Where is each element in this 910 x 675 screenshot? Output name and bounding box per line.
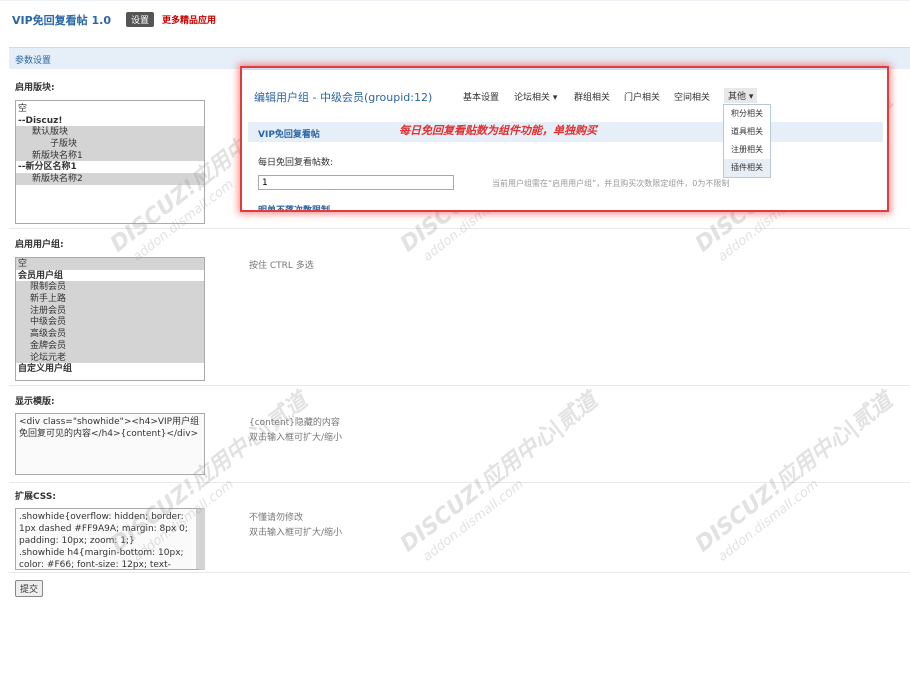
other-dropdown-menu: 积分相关 道具相关 注册相关 插件相关 <box>723 104 771 178</box>
list-option[interactable]: 空 <box>16 258 204 270</box>
ctrl-multiselect-hint: 按住 CTRL 多选 <box>249 261 314 271</box>
submit-button[interactable]: 提交 <box>15 580 44 597</box>
css-hint-line2: 双击输入框可扩大/缩小 <box>249 528 343 538</box>
promo-text: 每日免回复看贴数为组件功能，单独购买 <box>399 124 597 137</box>
list-option[interactable]: 会员用户组 <box>16 270 204 282</box>
dropdown-item-register[interactable]: 注册相关 <box>724 141 770 159</box>
divider <box>9 572 910 573</box>
list-option[interactable]: 新手上路 <box>16 293 204 305</box>
tab-basic-settings[interactable]: 基本设置 <box>463 90 499 103</box>
tab-portal[interactable]: 门户相关 <box>624 90 660 103</box>
list-option[interactable]: 注册会员 <box>16 304 204 317</box>
enable-forums-label: 启用版块: <box>15 83 55 93</box>
dropdown-item-props[interactable]: 道具相关 <box>724 123 770 141</box>
css-hint: 不懂请勿修改 双击输入框可扩大/缩小 <box>249 511 342 541</box>
css-textarea[interactable]: .showhide{overflow: hidden; border: 1px … <box>15 508 205 570</box>
list-option[interactable]: --Discuz! <box>16 115 204 127</box>
section-title: 参数设置 <box>15 56 52 66</box>
css-label: 扩展CSS: <box>15 492 56 502</box>
list-option[interactable]: 中级会员 <box>16 316 204 329</box>
list-option[interactable]: 金牌会员 <box>16 339 204 352</box>
dropdown-item-plugins[interactable]: 插件相关 <box>724 159 770 177</box>
group-edit-popup: 编辑用户组 - 中级会员(groupid:12) 基本设置 论坛相关 ▾ 群组相… <box>240 66 889 212</box>
list-option[interactable]: 论坛元老 <box>16 351 204 364</box>
daily-view-label: 每日免回复看帖数: <box>258 158 334 168</box>
tab-space[interactable]: 空间相关 <box>674 90 710 103</box>
list-option[interactable]: 默认版块 <box>16 126 204 139</box>
popup-top-rule <box>242 68 887 70</box>
divider <box>9 385 910 386</box>
template-hint-line1: {content}隐藏的内容 <box>249 418 340 428</box>
list-option[interactable]: 空 <box>16 103 204 115</box>
daily-view-input[interactable] <box>258 175 454 190</box>
css-hint-line1: 不懂请勿修改 <box>249 513 304 523</box>
group-multiselect[interactable]: 空会员用户组 限制会员 新手上路 注册会员 中级会员 高级会员 金牌会员 论坛元老 自定义用户组 <box>15 257 205 381</box>
daily-view-hint: 当前用户组需在“启用用户组”，并且购买次数限定组件，0为不限制 <box>492 179 730 188</box>
template-hint: {content}隐藏的内容 双击输入框可扩大/缩小 <box>249 416 342 446</box>
settings-button[interactable]: 设置 <box>126 12 155 27</box>
more-apps-link[interactable]: 更多精品应用 <box>162 13 216 26</box>
enable-groups-label: 启用用户组: <box>15 240 64 250</box>
popup-cut-text: 明单不落次数限制 <box>258 206 331 212</box>
template-textarea[interactable]: <div class="showhide"><h4>VIP用户组免回复可见的内容… <box>15 413 205 475</box>
divider <box>9 482 910 483</box>
forum-multiselect[interactable]: 空 --Discuz! 默认版块 子版块 新版块名称1 --新分区名称1 新版块名称2 <box>15 100 205 224</box>
list-option[interactable]: 自定义用户组 <box>16 363 204 375</box>
list-option[interactable]: 新版块名称1 <box>16 149 204 162</box>
list-option[interactable]: 高级会员 <box>16 328 204 340</box>
tab-forum[interactable]: 论坛相关 ▾ <box>514 90 557 103</box>
list-option[interactable]: --新分区名称1 <box>16 161 204 173</box>
list-option[interactable]: 子版块 <box>16 138 204 150</box>
tab-group[interactable]: 群组相关 <box>574 90 610 103</box>
tab-other[interactable]: 其他 ▾ <box>724 88 758 103</box>
divider <box>9 228 910 229</box>
template-label: 显示模版: <box>15 397 55 407</box>
list-option[interactable]: 限制会员 <box>16 281 204 294</box>
dropdown-item-credits[interactable]: 积分相关 <box>724 105 770 123</box>
popup-subheader-title: VIP免回复看帖 <box>258 130 320 140</box>
app-title: VIP免回复看帖 1.0 <box>12 14 111 27</box>
list-option[interactable]: 新版块名称2 <box>16 173 204 185</box>
popup-title: 编辑用户组 - 中级会员(groupid:12) <box>254 91 433 104</box>
top-bar: VIP免回复看帖 1.0 设置 更多精品应用 <box>0 0 910 41</box>
template-hint-line2: 双击输入框可扩大/缩小 <box>249 433 343 443</box>
